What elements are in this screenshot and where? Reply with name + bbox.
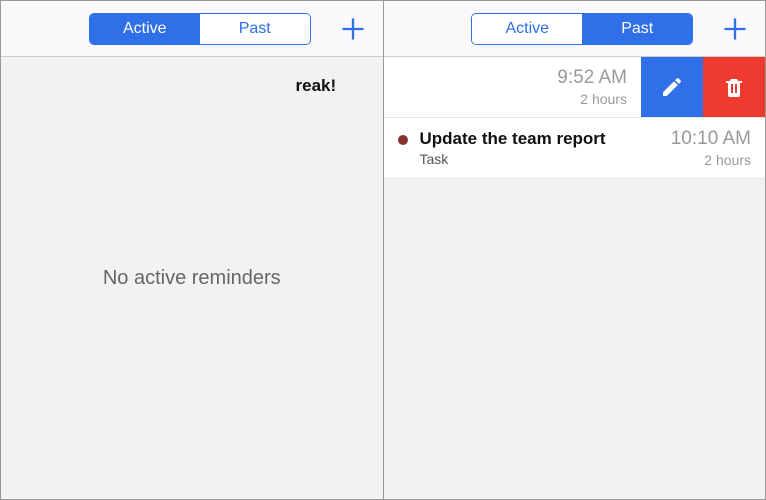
add-icon — [339, 15, 367, 43]
trash-icon — [722, 75, 746, 99]
reminder-time: 10:10 AM — [671, 128, 751, 150]
pane-past: Active Past reak! 9:52 AM 2 — [383, 0, 766, 500]
tab-past[interactable]: Past — [200, 14, 310, 44]
pencil-icon — [660, 75, 684, 99]
tab-segmented-control: Active Past — [471, 13, 693, 45]
add-icon — [721, 15, 749, 43]
reminder-row-main[interactable]: reak! 9:52 AM 2 hours — [288, 57, 642, 117]
add-button[interactable] — [333, 15, 373, 43]
reminder-time-block: 10:10 AM 2 hours — [661, 128, 751, 168]
reminder-title: reak! — [296, 76, 548, 96]
empty-state-text: No active reminders — [1, 57, 383, 499]
reminder-duration: 2 hours — [671, 152, 751, 168]
reminder-title: Update the team report — [420, 129, 661, 149]
delete-button[interactable] — [703, 57, 765, 117]
tab-active[interactable]: Active — [90, 14, 200, 44]
tab-active[interactable]: Active — [472, 14, 582, 44]
add-button[interactable] — [715, 15, 755, 43]
topbar: Active Past — [384, 1, 766, 57]
reminder-row-main[interactable]: Update the team report Task 10:10 AM 2 h… — [384, 118, 766, 178]
content-area: reak! 9:52 AM 2 hours — [384, 57, 766, 499]
reminder-duration: 2 hours — [557, 91, 627, 107]
reminder-row[interactable]: Update the team report Task 10:10 AM 2 h… — [384, 118, 766, 179]
topbar: Active Past — [1, 1, 383, 57]
reminder-time: 9:52 AM — [557, 67, 627, 89]
reminder-row[interactable]: reak! 9:52 AM 2 hours — [384, 57, 766, 118]
content-area: No active reminders — [1, 57, 383, 499]
tab-segmented-control: Active Past — [89, 13, 311, 45]
edit-button[interactable] — [641, 57, 703, 117]
reminder-time-block: 9:52 AM 2 hours — [547, 67, 627, 107]
tab-past[interactable]: Past — [582, 14, 692, 44]
reminder-subtitle: Task — [420, 151, 661, 167]
status-dot-icon — [398, 135, 408, 145]
reminder-text: reak! — [296, 76, 548, 98]
reminder-list: reak! 9:52 AM 2 hours — [384, 57, 766, 179]
reminder-text: Update the team report Task — [420, 129, 661, 167]
